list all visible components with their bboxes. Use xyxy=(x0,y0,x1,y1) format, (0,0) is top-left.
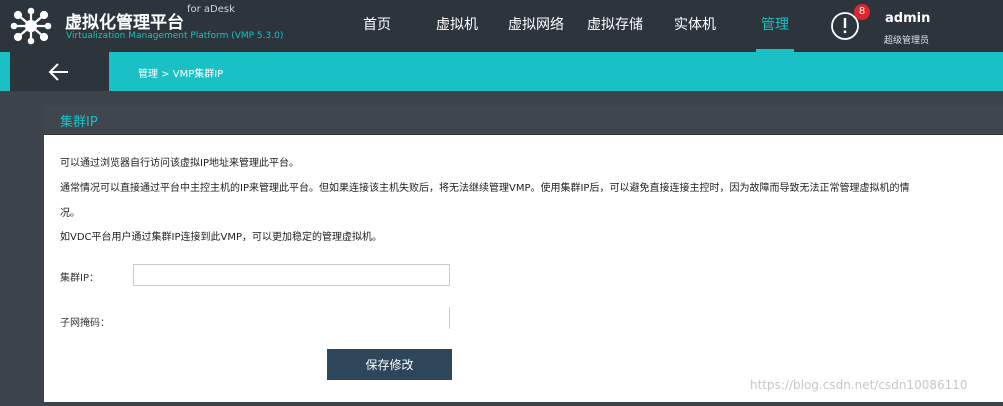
nav-vm[interactable]: 虚拟机 xyxy=(434,0,480,52)
nav-home[interactable]: 首页 xyxy=(360,0,394,52)
cluster-ip-panel: 集群IP 可以通过浏览器自行访问该虚拟IP地址来管理此平台。 通常情况可以直接通… xyxy=(44,106,1003,402)
app-brand: for aDesk xyxy=(187,4,235,15)
panel-header: 集群IP xyxy=(44,106,1003,135)
description-line: 况。 xyxy=(60,208,80,219)
panel-title: 集群IP xyxy=(60,115,98,130)
network-hub-icon xyxy=(10,7,52,45)
back-button[interactable] xyxy=(10,52,109,91)
nav-physical-host[interactable]: 实体机 xyxy=(672,0,718,52)
app-subtitle: Virtualization Management Platform (VMP … xyxy=(66,31,284,41)
description-line: 可以通过浏览器自行访问该虚拟IP地址来管理此平台。 xyxy=(60,158,299,169)
breadcrumb: 管理 > VMP集群IP xyxy=(138,69,224,80)
user-name[interactable]: admin xyxy=(885,11,930,26)
alert-count-badge: 8 xyxy=(854,4,870,20)
top-bar: 虚拟化管理平台 for aDesk Virtualization Managem… xyxy=(0,0,1003,52)
app-title: 虚拟化管理平台 xyxy=(65,13,184,33)
nav-virtual-storage[interactable]: 虚拟存储 xyxy=(586,0,644,52)
netmask-label: 子网掩码： xyxy=(60,318,110,329)
description-line: 如VDC平台用户通过集群IP连接到此VMP，可以更加稳定的管理虚拟机。 xyxy=(60,232,383,243)
netmask-input[interactable] xyxy=(133,307,450,329)
nav-management[interactable]: 管理 xyxy=(756,0,794,52)
description-line: 通常情况可以直接通过平台中主控主机的IP来管理此平台。但如果连接该主机失败后，将… xyxy=(60,183,910,194)
cluster-ip-label: 集群IP： xyxy=(60,273,99,284)
nav-virtual-network[interactable]: 虚拟网络 xyxy=(507,0,565,52)
arrow-left-icon xyxy=(48,63,68,81)
user-role: 超级管理员 xyxy=(884,36,930,46)
save-button[interactable]: 保存修改 xyxy=(327,349,452,380)
watermark: https://blog.csdn.net/csdn10086110 xyxy=(750,378,968,392)
cluster-ip-input[interactable] xyxy=(133,264,450,286)
breadcrumb-bar: 管理 > VMP集群IP xyxy=(0,52,1003,91)
